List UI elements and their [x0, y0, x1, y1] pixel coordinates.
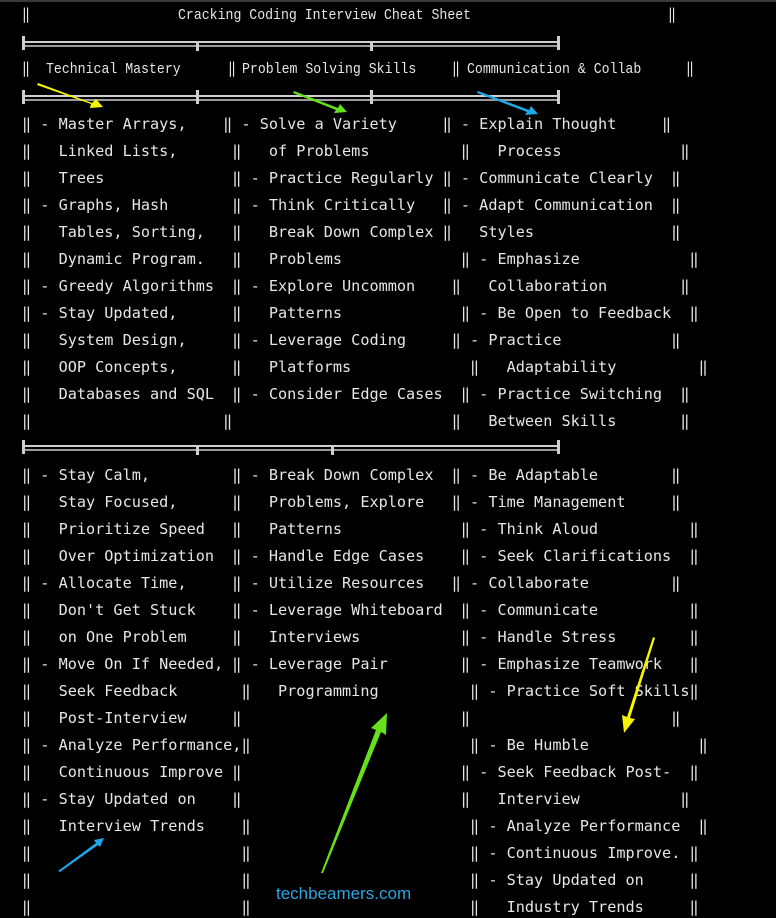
annotation-arrows: [37, 83, 655, 873]
blue-small-arrow-icon: [58, 838, 104, 872]
yellow-arrow-icon: [37, 83, 103, 108]
green-up-arrow-icon: [321, 713, 387, 873]
yellow-down-arrow-icon: [622, 637, 655, 733]
green-arrow-icon: [293, 91, 347, 113]
watermark-link[interactable]: techbeamers.com: [276, 884, 411, 904]
blue-arrow-icon: [477, 91, 538, 115]
